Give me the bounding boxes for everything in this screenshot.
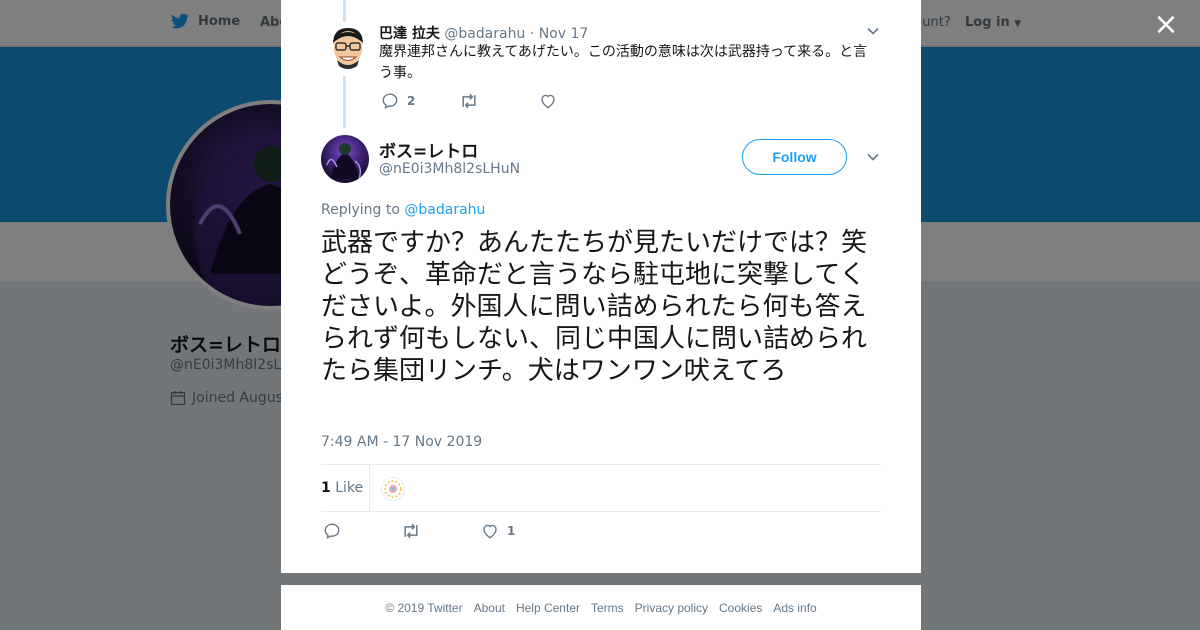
- chevron-down-icon[interactable]: [866, 24, 880, 38]
- stats-divider: [369, 465, 370, 511]
- reply-count: 2: [407, 94, 416, 108]
- liker-avatar-art: [384, 480, 402, 498]
- main-tweet-text: 武器ですか？あんたたちが見たいだけでは？笑どうぞ、革命だと言うなら駐屯地に突撃し…: [321, 228, 868, 386]
- footer-cookies-link[interactable]: Cookies: [719, 601, 762, 615]
- parent-tweet[interactable]: 巴達 拉夫 @badarahu · Nov 17 魔界連邦さんに教えてあげたい。…: [281, 0, 921, 128]
- footer-terms-link[interactable]: Terms: [591, 601, 624, 615]
- like-button[interactable]: 1: [481, 522, 515, 540]
- likes-stat[interactable]: 1 Like: [321, 480, 363, 496]
- heart-icon: [483, 524, 497, 539]
- footer-about-link[interactable]: About: [474, 601, 505, 615]
- heart-icon: [541, 94, 555, 109]
- reply-button[interactable]: [323, 522, 401, 540]
- footer-privacy-link[interactable]: Privacy policy: [635, 601, 708, 615]
- replying-to: Replying to @badarahu: [321, 202, 485, 218]
- like-button[interactable]: [539, 92, 565, 110]
- chevron-down-icon[interactable]: [866, 150, 880, 164]
- parent-tweet-text: 魔界連邦さんに教えてあげたい。この活動の意味は次は武器持って来る。と言う事。: [379, 44, 868, 81]
- like-count: 1: [507, 524, 516, 538]
- replying-mention-link[interactable]: @badarahu: [404, 202, 485, 218]
- close-icon[interactable]: ×: [1152, 10, 1180, 40]
- tweet-permalink-modal: 巴達 拉夫 @badarahu · Nov 17 魔界連邦さんに教えてあげたい。…: [281, 0, 921, 573]
- retweet-icon: [404, 523, 418, 539]
- tweet-stats: 1 Like: [321, 464, 881, 512]
- parent-tweet-avatar[interactable]: [327, 26, 369, 72]
- main-author-handle[interactable]: @nE0i3Mh8l2sLHuN: [379, 161, 520, 177]
- follow-button[interactable]: Follow: [742, 139, 847, 175]
- retweet-icon: [462, 93, 476, 109]
- header-separator: ·: [529, 26, 535, 42]
- bitmoji-avatar: [333, 28, 363, 69]
- reply-icon: [382, 93, 398, 110]
- retweet-button[interactable]: [401, 522, 481, 540]
- parent-tweet-date[interactable]: Nov 17: [539, 26, 589, 42]
- parent-author-name[interactable]: 巴達 拉夫: [379, 26, 440, 42]
- footer-copyright: © 2019 Twitter: [385, 600, 463, 615]
- reply-icon: [324, 523, 340, 540]
- main-tweet-actions: 1: [323, 522, 515, 540]
- parent-author-handle[interactable]: @badarahu: [444, 26, 525, 42]
- footer-help-link[interactable]: Help Center: [516, 601, 580, 615]
- likes-stat-label: Like: [335, 480, 364, 496]
- tweet-timestamp[interactable]: 7:49 AM - 17 Nov 2019: [321, 434, 482, 450]
- main-author-name[interactable]: ボス=レトロ: [379, 137, 478, 162]
- avatar-art: [326, 143, 362, 180]
- reply-button[interactable]: 2: [381, 92, 459, 110]
- parent-tweet-actions: 2: [381, 92, 565, 110]
- likes-stat-count: 1: [321, 480, 331, 496]
- site-footer: © 2019 Twitter About Help Center Terms P…: [281, 585, 921, 630]
- parent-tweet-header: 巴達 拉夫 @badarahu · Nov 17: [379, 23, 588, 43]
- main-tweet-avatar[interactable]: [321, 135, 369, 183]
- retweet-button[interactable]: [459, 92, 539, 110]
- replying-prefix: Replying to: [321, 202, 400, 218]
- liker-avatar[interactable]: [381, 477, 405, 501]
- footer-ads-link[interactable]: Ads info: [773, 601, 816, 615]
